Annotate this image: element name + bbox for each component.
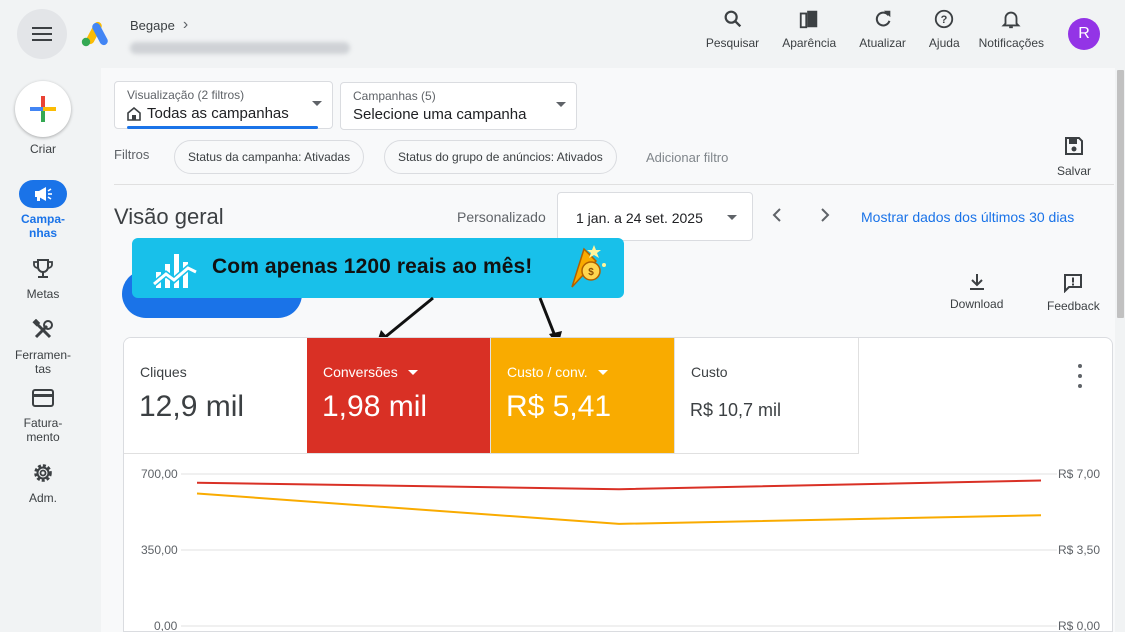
dropdown-arrow-icon (556, 102, 566, 107)
sidebar-item-label: Campa- nhas (20, 212, 65, 240)
trophy-icon (33, 259, 53, 278)
page-title: Visão geral (114, 204, 224, 229)
search-action[interactable]: Pesquisar (706, 8, 759, 50)
help-icon: ? (935, 9, 954, 29)
view-selector-value: Todas as campanhas (147, 105, 289, 122)
filter-chip-adgroup-status[interactable]: Status do grupo de anúncios: Ativados (384, 140, 617, 174)
menu-button[interactable] (17, 9, 67, 59)
sidebar-item-goals[interactable]: Metas (0, 255, 86, 301)
appearance-icon (800, 10, 818, 29)
svg-text:?: ? (941, 14, 948, 26)
search-action-label: Pesquisar (705, 36, 760, 50)
sidebar-item-billing[interactable]: Fatura- mento (0, 384, 86, 444)
divider (114, 184, 1114, 185)
plus-icon (30, 96, 56, 122)
account-name: Begape (130, 17, 175, 33)
top-bar: Begape › Pesquisar Aparência Atualizar ? … (0, 0, 1125, 68)
save-button[interactable]: Salvar (1050, 136, 1098, 178)
promo-banner-text: Com apenas 1200 reais ao mês! (212, 255, 533, 278)
date-custom-label: Personalizado (457, 209, 546, 225)
sidebar-item-campaigns[interactable]: Campa- nhas (0, 180, 86, 240)
gear-icon (34, 464, 52, 482)
feedback-button[interactable]: Feedback (1047, 273, 1100, 313)
sidebar-item-label: Ferramen- tas (14, 348, 71, 376)
download-label: Download (950, 297, 1004, 311)
view-selector[interactable]: Visualização (2 filtros) Todas as campan… (114, 81, 333, 129)
sidebar-item-tools[interactable]: Ferramen- tas (0, 316, 86, 376)
refresh-action-label: Atualizar (859, 36, 906, 50)
dropdown-arrow-icon (312, 101, 322, 106)
save-icon (1065, 137, 1083, 155)
account-switcher[interactable]: Begape › (130, 16, 350, 54)
series-line-1 (196, 492, 1042, 525)
create-label: Criar (30, 142, 56, 156)
avatar[interactable]: R (1068, 18, 1100, 50)
campaign-selector[interactable]: Campanhas (5) Selecione uma campanha (340, 82, 577, 130)
svg-text:$: $ (588, 267, 594, 278)
date-range-value: 1 jan. a 24 set. 2025 (576, 210, 703, 226)
overview-card: Cliques 12,9 mil Conversões 1,98 mil Cus… (123, 337, 1113, 632)
sidebar-item-label: Fatura- mento (23, 416, 63, 444)
view-selector-underline (127, 126, 318, 129)
campaign-selector-label: Campanhas (5) (353, 89, 436, 103)
sidebar-item-admin[interactable]: Adm. (0, 459, 86, 505)
refresh-action[interactable]: Atualizar (859, 8, 906, 50)
sidebar-item-label: Adm. (28, 491, 57, 505)
sidebar-item-label: Metas (26, 287, 60, 301)
filter-chip-campaign-status[interactable]: Status da campanha: Ativadas (174, 140, 365, 174)
google-ads-logo-icon[interactable] (81, 21, 109, 47)
help-action-label: Ajuda (928, 36, 960, 50)
megaphone-icon (35, 187, 52, 201)
feedback-icon (1064, 274, 1083, 293)
show-last-30-days-link[interactable]: Mostrar dados dos últimos 30 dias (861, 209, 1074, 225)
credit-card-icon (32, 389, 54, 407)
bell-icon (1001, 11, 1021, 29)
dropdown-arrow-icon (727, 215, 737, 220)
home-icon (127, 106, 141, 121)
date-range-picker[interactable]: 1 jan. a 24 set. 2025 (557, 192, 753, 241)
series-line-0 (196, 479, 1042, 491)
create-button[interactable] (15, 81, 71, 137)
performance-chart (181, 473, 1057, 627)
chevron-right-icon (821, 208, 830, 222)
campaign-selector-value: Selecione uma campanha (353, 106, 527, 123)
account-id-redacted (130, 42, 350, 54)
chevron-left-icon (772, 208, 781, 222)
growth-chart-icon (152, 254, 198, 288)
add-filter-link[interactable]: Adicionar filtro (646, 150, 728, 165)
scrollbar[interactable] (1115, 68, 1125, 632)
download-icon (969, 274, 984, 290)
menu-icon (32, 27, 52, 41)
chevron-right-icon: › (182, 16, 189, 33)
filters-label: Filtros (114, 147, 150, 162)
download-button[interactable]: Download (950, 273, 1003, 311)
next-period-button[interactable] (813, 203, 837, 227)
notifications-action[interactable]: Notificações (979, 8, 1044, 50)
header-actions: Pesquisar Aparência Atualizar ? Ajuda No… (706, 8, 1125, 50)
scrollbar-thumb[interactable] (1117, 70, 1124, 318)
refresh-icon (875, 10, 890, 27)
view-selector-label: Visualização (2 filtros) (127, 88, 245, 102)
help-action[interactable]: ? Ajuda (929, 8, 960, 50)
appearance-action[interactable]: Aparência (782, 8, 836, 50)
search-icon (724, 10, 741, 28)
notifications-action-label: Notificações (978, 36, 1044, 50)
rocket-coin-icon: $ (571, 245, 606, 288)
previous-period-button[interactable] (765, 203, 789, 227)
tools-icon (32, 319, 53, 339)
appearance-action-label: Aparência (782, 36, 837, 50)
save-label: Salvar (1056, 164, 1091, 178)
feedback-label: Feedback (1047, 299, 1100, 313)
